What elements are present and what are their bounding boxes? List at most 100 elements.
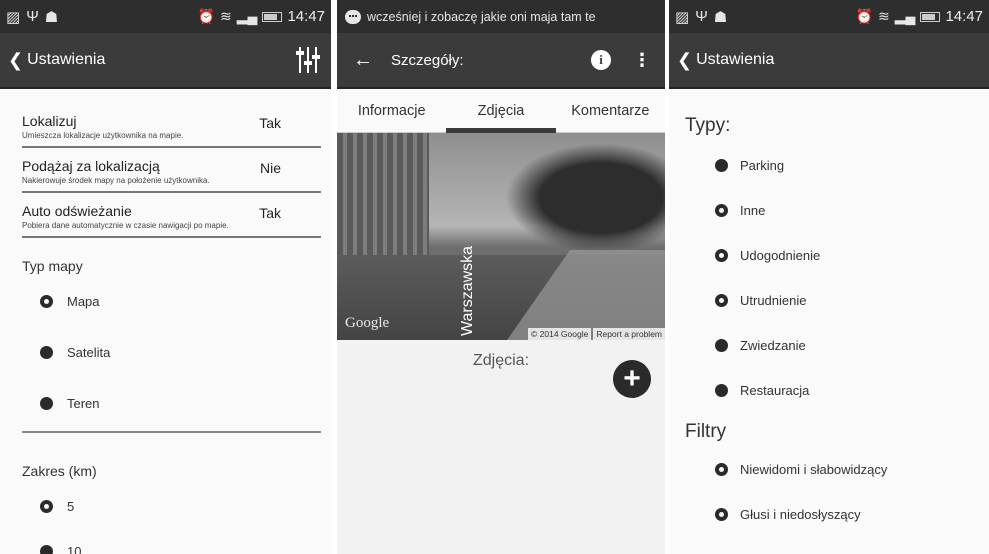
- option-label: Zwiedzanie: [740, 338, 806, 353]
- tab-information[interactable]: Informacje: [337, 89, 446, 132]
- image-icon: ▨: [675, 8, 690, 26]
- alarm-icon: ⏰: [855, 8, 874, 24]
- info-icon[interactable]: i: [591, 50, 611, 70]
- map-type-option-map[interactable]: Mapa: [40, 294, 331, 309]
- pref-auto-refresh[interactable]: Auto odświeżanie Pobiera dane automatycz…: [22, 193, 321, 238]
- radio-button[interactable]: [40, 545, 53, 554]
- chevron-left-icon: ❮: [677, 49, 693, 70]
- type-option-sightseeing[interactable]: Zwiedzanie: [715, 323, 989, 368]
- type-option-facility[interactable]: Udogodnienie: [715, 233, 989, 278]
- page-title: Szczegóły:: [391, 51, 464, 69]
- street-view-credits: © 2014 Google Report a problem: [528, 328, 665, 340]
- building: [337, 133, 429, 268]
- option-label: Udogodnienie: [740, 248, 821, 263]
- overflow-menu-icon[interactable]: ⋮: [633, 50, 651, 71]
- range-label: Zakres (km): [22, 463, 97, 479]
- option-label: Utrudnienie: [740, 293, 807, 308]
- radio-button[interactable]: [40, 500, 53, 513]
- option-label: Teren: [67, 396, 100, 411]
- signal-icon: ▂▄: [236, 8, 258, 24]
- trees: [505, 143, 665, 253]
- pref-locate[interactable]: Lokalizuj Umieszcza lokalizacje użytkown…: [22, 103, 321, 148]
- report-problem-link[interactable]: Report a problem: [593, 328, 665, 340]
- range-option-10[interactable]: 10: [40, 544, 331, 554]
- option-label: 10: [67, 544, 82, 554]
- status-bar: ▨ Ψ ☗ ⏰ ≋ ▂▄ 14:47: [669, 0, 989, 33]
- filter-option-deaf[interactable]: Głusi i niedosłyszący: [715, 492, 989, 537]
- types-heading: Typy:: [685, 115, 731, 136]
- option-label: Parking: [740, 158, 785, 173]
- clock: 14:47: [945, 8, 983, 25]
- filters-heading: Filtry: [685, 421, 727, 442]
- type-option-other[interactable]: Inne: [715, 188, 989, 233]
- back-button[interactable]: ❮ Ustawienia: [8, 50, 295, 71]
- pref-subtitle: Pobiera dane automatycznie w czasie nawi…: [22, 221, 229, 230]
- notification-text: wcześniej i zobaczę jakie oni maja tam t…: [367, 9, 596, 24]
- filters-screen: ▨ Ψ ☗ ⏰ ≋ ▂▄ 14:47 ❮ Ustawienia Typy: Pa…: [669, 0, 989, 554]
- status-bar: ▨ Ψ ☗ ⏰ ≋ ▂▄ 14:47: [0, 0, 331, 33]
- checkbox[interactable]: [715, 508, 728, 521]
- pref-value: Tak: [259, 205, 281, 221]
- usb-icon: Ψ: [26, 7, 39, 25]
- system-icons: ⏰ ≋ ▂▄ 14:47: [856, 8, 983, 25]
- pref-subtitle: Nakierowuje środek mapy na położenie uży…: [22, 176, 210, 185]
- type-option-parking[interactable]: Parking: [715, 143, 989, 188]
- app-bar: ❮ Ustawienia: [669, 33, 989, 89]
- option-label: Mapa: [67, 294, 100, 309]
- checkbox[interactable]: [715, 339, 728, 352]
- option-label: 5: [67, 499, 75, 514]
- usb-icon: Ψ: [695, 7, 708, 25]
- filter-option-blind[interactable]: Niewidomi i słabowidzący: [715, 447, 989, 492]
- type-option-restaurant[interactable]: Restauracja: [715, 368, 989, 413]
- chat-icon: [345, 9, 361, 24]
- arrow-left-icon[interactable]: ←: [353, 49, 373, 72]
- wifi-icon: ≋: [220, 8, 232, 24]
- battery-icon: [262, 11, 283, 22]
- system-icons: ⏰ ≋ ▂▄ 14:47: [198, 8, 325, 25]
- notification-icons: ▨ Ψ ☗: [6, 8, 58, 26]
- checkbox[interactable]: [715, 249, 728, 262]
- wifi-icon: ≋: [878, 8, 890, 24]
- radio-button[interactable]: [40, 295, 53, 308]
- checkbox[interactable]: [715, 294, 728, 307]
- pref-follow-location[interactable]: Podążaj za lokalizacją Nakierowuje środe…: [22, 148, 321, 193]
- android-icon: ☗: [44, 8, 59, 26]
- back-button[interactable]: ❮ Ustawienia: [677, 50, 981, 71]
- copyright-text: © 2014 Google: [528, 328, 592, 340]
- option-label: Inne: [740, 203, 766, 218]
- option-label: Satelita: [67, 345, 111, 360]
- checkbox[interactable]: [715, 159, 728, 172]
- map-type-option-satellite[interactable]: Satelita: [40, 345, 331, 360]
- checkbox[interactable]: [715, 384, 728, 397]
- clock: 14:47: [287, 8, 325, 25]
- checkbox[interactable]: [715, 204, 728, 217]
- street-view-image[interactable]: Google Warszawska © 2014 Google Report a…: [337, 133, 665, 340]
- map-type-option-terrain[interactable]: Teren: [40, 396, 331, 411]
- sliders-icon[interactable]: [295, 45, 321, 75]
- tab-comments[interactable]: Komentarze: [556, 89, 665, 132]
- image-icon: ▨: [6, 8, 21, 26]
- tab-photos[interactable]: Zdjęcia: [446, 89, 556, 133]
- page-title: Ustawienia: [27, 51, 106, 68]
- pref-subtitle: Umieszcza lokalizacje użytkownika na map…: [22, 131, 184, 140]
- type-option-obstacle[interactable]: Utrudnienie: [715, 278, 989, 323]
- android-icon: ☗: [713, 8, 728, 26]
- app-bar: ❮ Ustawienia: [0, 33, 331, 89]
- notification-bar[interactable]: wcześniej i zobaczę jakie oni maja tam t…: [337, 0, 665, 33]
- add-photo-button[interactable]: +: [613, 360, 651, 398]
- street-name-label: Warszawska: [459, 245, 476, 336]
- radio-button[interactable]: [40, 346, 53, 359]
- battery-icon: [920, 11, 941, 22]
- pref-value: Nie: [259, 160, 281, 176]
- settings-screen: ▨ Ψ ☗ ⏰ ≋ ▂▄ 14:47 ❮ Ustawienia Lokalizu…: [0, 0, 331, 554]
- range-option-5[interactable]: 5: [40, 499, 331, 514]
- checkbox[interactable]: [715, 463, 728, 476]
- tab-bar: Informacje Zdjęcia Komentarze: [337, 89, 665, 133]
- radio-button[interactable]: [40, 397, 53, 410]
- plus-icon: +: [623, 362, 641, 395]
- google-logo: Google: [345, 315, 390, 331]
- option-label: Głusi i niedosłyszący: [740, 507, 861, 522]
- notification-icons: ▨ Ψ ☗: [675, 8, 727, 26]
- option-label: Restauracja: [740, 383, 810, 398]
- alarm-icon: ⏰: [197, 8, 216, 24]
